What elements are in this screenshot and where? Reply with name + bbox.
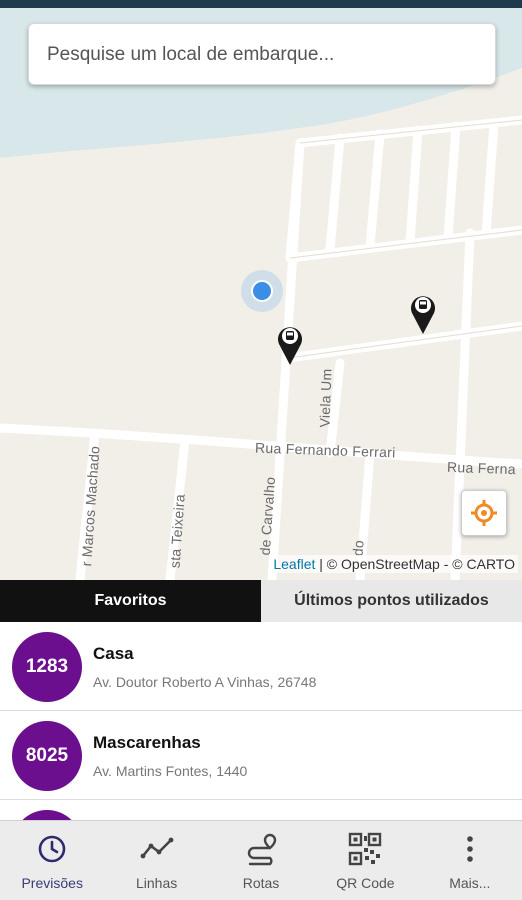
bus-stop-marker[interactable] [409, 291, 437, 335]
nav-mais[interactable]: Mais... [418, 821, 522, 900]
search-input[interactable] [45, 24, 489, 86]
leaflet-link[interactable]: Leaflet [273, 556, 315, 572]
stop-address: Av. Doutor Roberto A Vinhas, 26748 [93, 674, 317, 690]
street-label: Rua Ferna [446, 458, 517, 478]
tab-favoritos[interactable]: Favoritos [0, 580, 261, 622]
stop-code-badge: 8025 [12, 721, 82, 791]
status-bar [0, 0, 522, 8]
qr-code-icon [349, 832, 382, 866]
stop-code-badge: 1283 [12, 632, 82, 702]
nav-label: Linhas [135, 875, 178, 891]
list-item[interactable]: 8025 Mascarenhas Av. Martins Fontes, 144… [0, 711, 522, 800]
nav-label: QR Code [336, 875, 395, 891]
attribution-text: | © OpenStreetMap - © CARTO [315, 556, 515, 572]
list-item-partial[interactable] [0, 800, 522, 822]
search-box[interactable] [28, 23, 496, 86]
nav-qr-code[interactable]: QR Code [313, 821, 417, 900]
map-view[interactable]: Rua Fernando Ferrari Rua Ferna Viela Um … [0, 8, 522, 580]
stop-address: Av. Martins Fontes, 1440 [93, 763, 248, 779]
nav-previsoes[interactable]: Previsões [0, 821, 104, 900]
list-item[interactable]: 1283 Casa Av. Doutor Roberto A Vinhas, 2… [0, 622, 522, 711]
nav-rotas[interactable]: Rotas [209, 821, 313, 900]
stop-name: Mascarenhas [93, 733, 201, 752]
bus-stop-marker[interactable] [276, 322, 304, 366]
favorites-list: 1283 Casa Av. Doutor Roberto A Vinhas, 2… [0, 622, 522, 822]
map-attribution: Leaflet | © OpenStreetMap - © CARTO [270, 555, 518, 573]
street-label: Viela Um [316, 368, 335, 428]
nav-label: Previsões [21, 875, 83, 891]
tab-bar: Favoritos Últimos pontos utilizados [0, 580, 522, 622]
nav-linhas[interactable]: Linhas [104, 821, 208, 900]
tab-ultimos-pontos[interactable]: Últimos pontos utilizados [261, 580, 522, 622]
clock-icon [38, 835, 66, 863]
more-vertical-icon [467, 836, 473, 862]
route-icon [247, 833, 277, 866]
user-location-marker [241, 270, 283, 312]
locate-me-button[interactable] [461, 490, 507, 536]
nav-label: Rotas [242, 875, 280, 891]
crosshair-icon [471, 500, 497, 526]
nav-label: Mais... [449, 875, 491, 891]
bottom-navigation: Previsões Linhas Rotas QR Code Mais... [0, 820, 522, 900]
stop-name: Casa [93, 644, 134, 663]
trend-line-icon [140, 837, 174, 859]
